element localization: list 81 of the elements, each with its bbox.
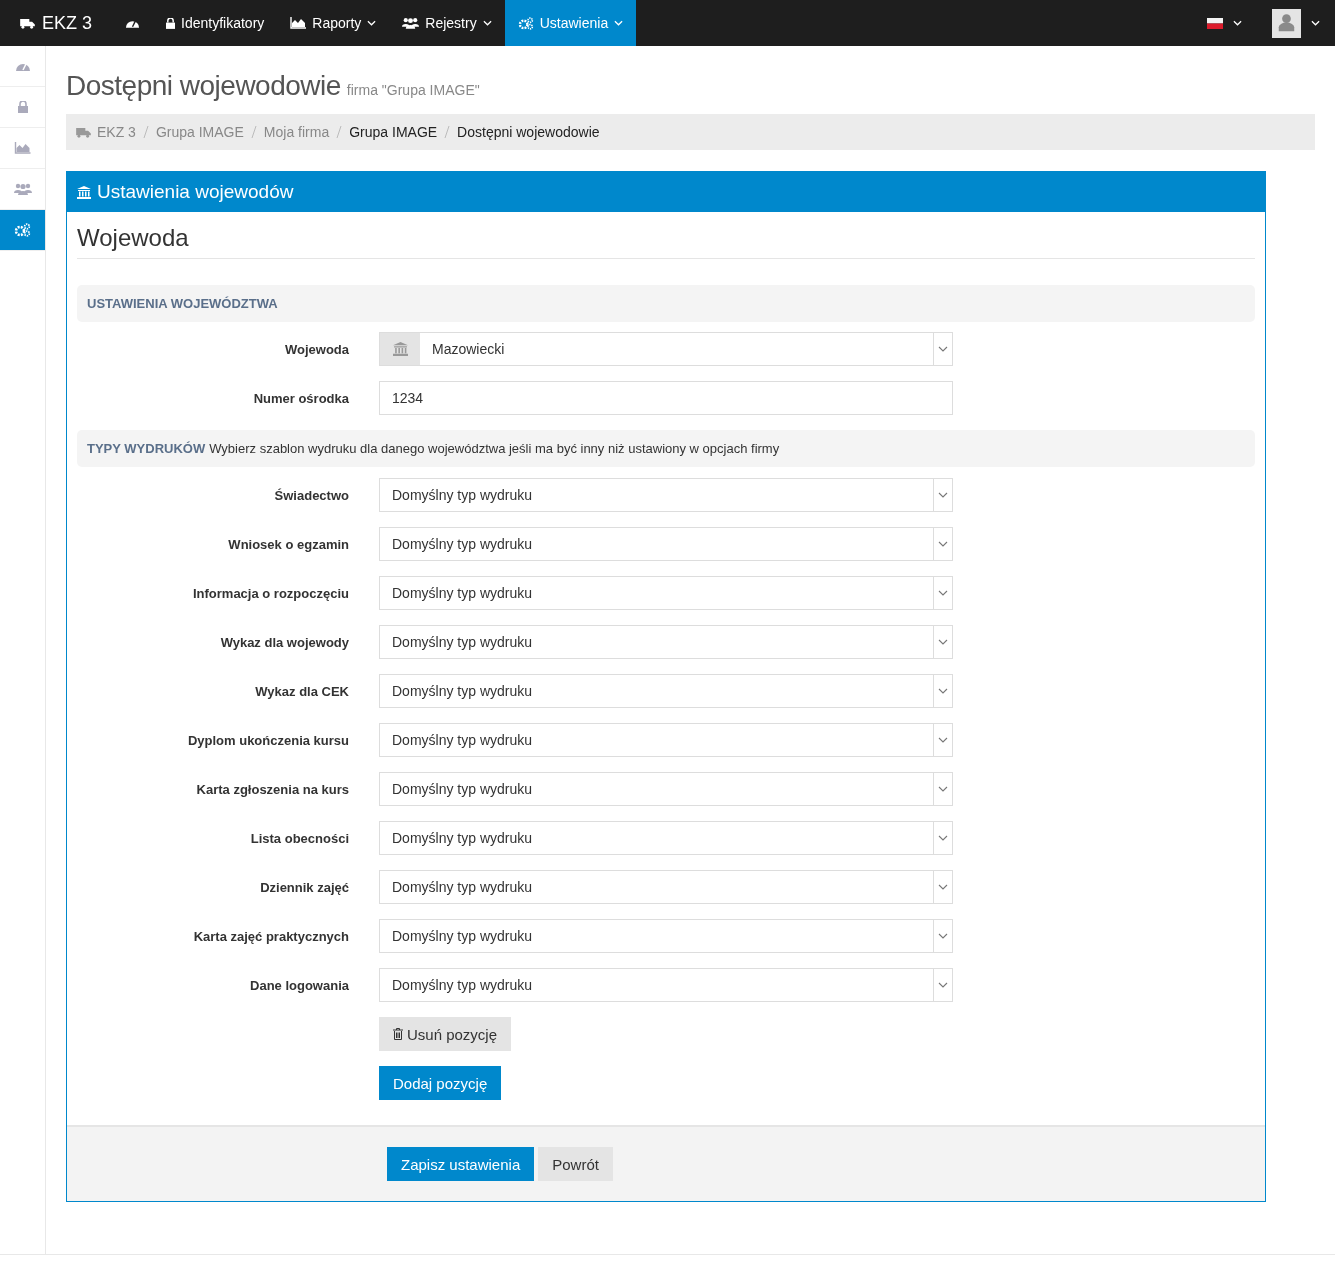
- select-field[interactable]: Domyślny typ wydruku: [379, 821, 953, 855]
- caret-icon: [1311, 20, 1320, 26]
- gears-icon: [14, 223, 31, 237]
- truck-icon: [20, 17, 35, 29]
- area-chart-icon: [14, 142, 31, 154]
- trash-icon: [393, 1028, 403, 1040]
- caret-icon: [938, 688, 948, 694]
- gears-icon: [517, 16, 534, 30]
- sidebar-item[interactable]: [0, 210, 45, 251]
- users-icon: [13, 183, 32, 195]
- truck-icon: [76, 126, 91, 138]
- caret-icon: [938, 492, 948, 498]
- field-label: Wykaz dla CEK: [254, 683, 350, 699]
- page-subtitle: firma "Grupa IMAGE": [346, 82, 480, 98]
- add-button[interactable]: Dodaj pozycję: [379, 1066, 502, 1100]
- field-label: Wykaz dla wojewody: [219, 634, 350, 650]
- remove-button[interactable]: Usuń pozycję: [379, 1017, 512, 1051]
- caret-icon: [938, 933, 948, 939]
- brand-link[interactable]: EKZ 3: [0, 0, 113, 46]
- users-icon: [402, 17, 420, 29]
- select-field[interactable]: Domyślny typ wydruku: [379, 968, 953, 1002]
- separator-icon: [250, 126, 257, 138]
- input-field[interactable]: 1234: [379, 381, 953, 415]
- page-title: Dostępni wojewodowie: [66, 70, 341, 102]
- flag-icon: [1207, 17, 1223, 29]
- caret-icon: [938, 982, 948, 988]
- caret-icon: [938, 786, 948, 792]
- field-label: Informacja o rozpoczęciu: [191, 585, 350, 601]
- panel-title: Ustawienia wojewodów: [97, 181, 294, 203]
- caret-icon: [938, 737, 948, 743]
- select-field[interactable]: Domyślny typ wydruku: [379, 723, 953, 757]
- select-field[interactable]: Domyślny typ wydruku: [379, 478, 953, 512]
- lock-icon: [166, 17, 176, 29]
- save-button[interactable]: Zapisz ustawienia: [387, 1147, 535, 1181]
- caret-icon: [482, 20, 492, 26]
- select-field[interactable]: Domyślny typ wydruku: [379, 527, 953, 561]
- breadcrumb-text: Grupa IMAGE: [349, 124, 438, 140]
- field-label: Dyplom ukończenia kursu: [186, 732, 350, 748]
- caret-icon: [614, 20, 624, 26]
- caret-icon: [1233, 20, 1242, 26]
- select-field[interactable]: Domyślny typ wydruku: [379, 919, 953, 953]
- field-label: Dane logowania: [249, 977, 350, 993]
- user-avatar-icon: [1272, 8, 1301, 38]
- separator-icon: [444, 126, 451, 138]
- form-heading: Wojewoda: [77, 224, 1255, 259]
- select-field[interactable]: Domyślny typ wydruku: [379, 576, 953, 610]
- area-chart-icon: [290, 17, 307, 29]
- caret-icon: [938, 346, 948, 352]
- bank-icon: [77, 185, 91, 199]
- field-label: Wojewoda: [283, 341, 350, 357]
- caret-icon: [938, 590, 948, 596]
- caret-icon: [938, 835, 948, 841]
- field-label: Karta zajęć praktycznych: [192, 928, 350, 944]
- select-field[interactable]: Mazowiecki: [379, 332, 953, 366]
- back-button[interactable]: Powrót: [538, 1147, 613, 1181]
- breadcrumb-text: Dostępni wojewodowie: [457, 124, 600, 140]
- caret-icon: [938, 541, 948, 547]
- caret-icon: [367, 20, 377, 26]
- select-field[interactable]: Domyślny typ wydruku: [379, 870, 953, 904]
- nav-item[interactable]: Rejestry: [389, 0, 505, 46]
- nav-item[interactable]: Raporty: [277, 0, 390, 46]
- field-label: Wniosek o egzamin: [227, 536, 350, 552]
- separator-icon: [142, 126, 149, 138]
- field-label: Karta zgłoszenia na kurs: [195, 781, 350, 797]
- select-field[interactable]: Domyślny typ wydruku: [379, 772, 953, 806]
- lock-icon: [17, 101, 28, 113]
- caret-icon: [938, 884, 948, 890]
- nav-item[interactable]: Ustawienia: [504, 0, 637, 46]
- field-label: Numer ośrodka: [252, 390, 350, 406]
- section-title: USTAWIENIA WOJEWÓDZTWA: [87, 296, 278, 311]
- separator-icon: [336, 126, 343, 138]
- nav-item[interactable]: Identyfikatory: [153, 0, 278, 46]
- select-field[interactable]: Domyślny typ wydruku: [379, 674, 953, 708]
- caret-icon: [938, 639, 948, 645]
- field-label: Świadectwo: [273, 487, 350, 503]
- field-label: Dziennik zajęć: [259, 879, 350, 895]
- section-title: TYPY WYDRUKÓW: [87, 441, 206, 456]
- select-field[interactable]: Domyślny typ wydruku: [379, 625, 953, 659]
- bank-icon: [392, 342, 408, 356]
- field-label: Lista obecności: [249, 830, 350, 846]
- section-description: Wybierz szablon wydruku dla danego województwa jeśli ma być inny niż ustawiony w opcjach firmy: [209, 441, 780, 456]
